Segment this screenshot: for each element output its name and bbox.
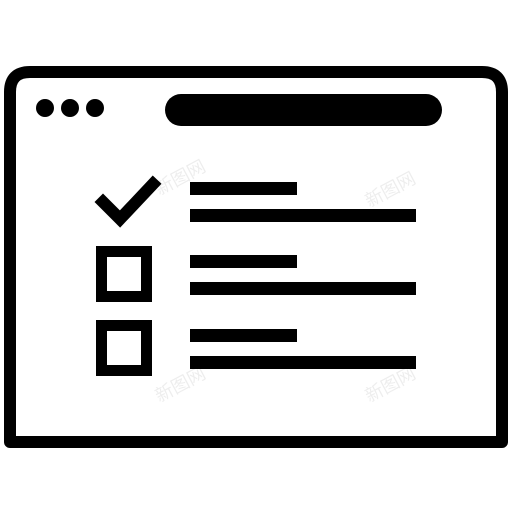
checkbox-empty-icon bbox=[96, 246, 152, 302]
checklist-line-long bbox=[190, 356, 416, 369]
address-bar bbox=[165, 94, 442, 126]
checklist-line-short bbox=[190, 329, 297, 342]
checklist-line-long bbox=[190, 282, 416, 295]
checklist-line-long bbox=[190, 209, 416, 222]
window-control-dot bbox=[36, 99, 54, 117]
checkbox-empty-icon bbox=[96, 320, 152, 376]
browser-checklist-icon bbox=[4, 66, 508, 448]
window-control-dot bbox=[61, 99, 79, 117]
checklist-line-short bbox=[190, 182, 297, 195]
window-control-dot bbox=[86, 99, 104, 117]
checklist-line-short bbox=[190, 255, 297, 268]
